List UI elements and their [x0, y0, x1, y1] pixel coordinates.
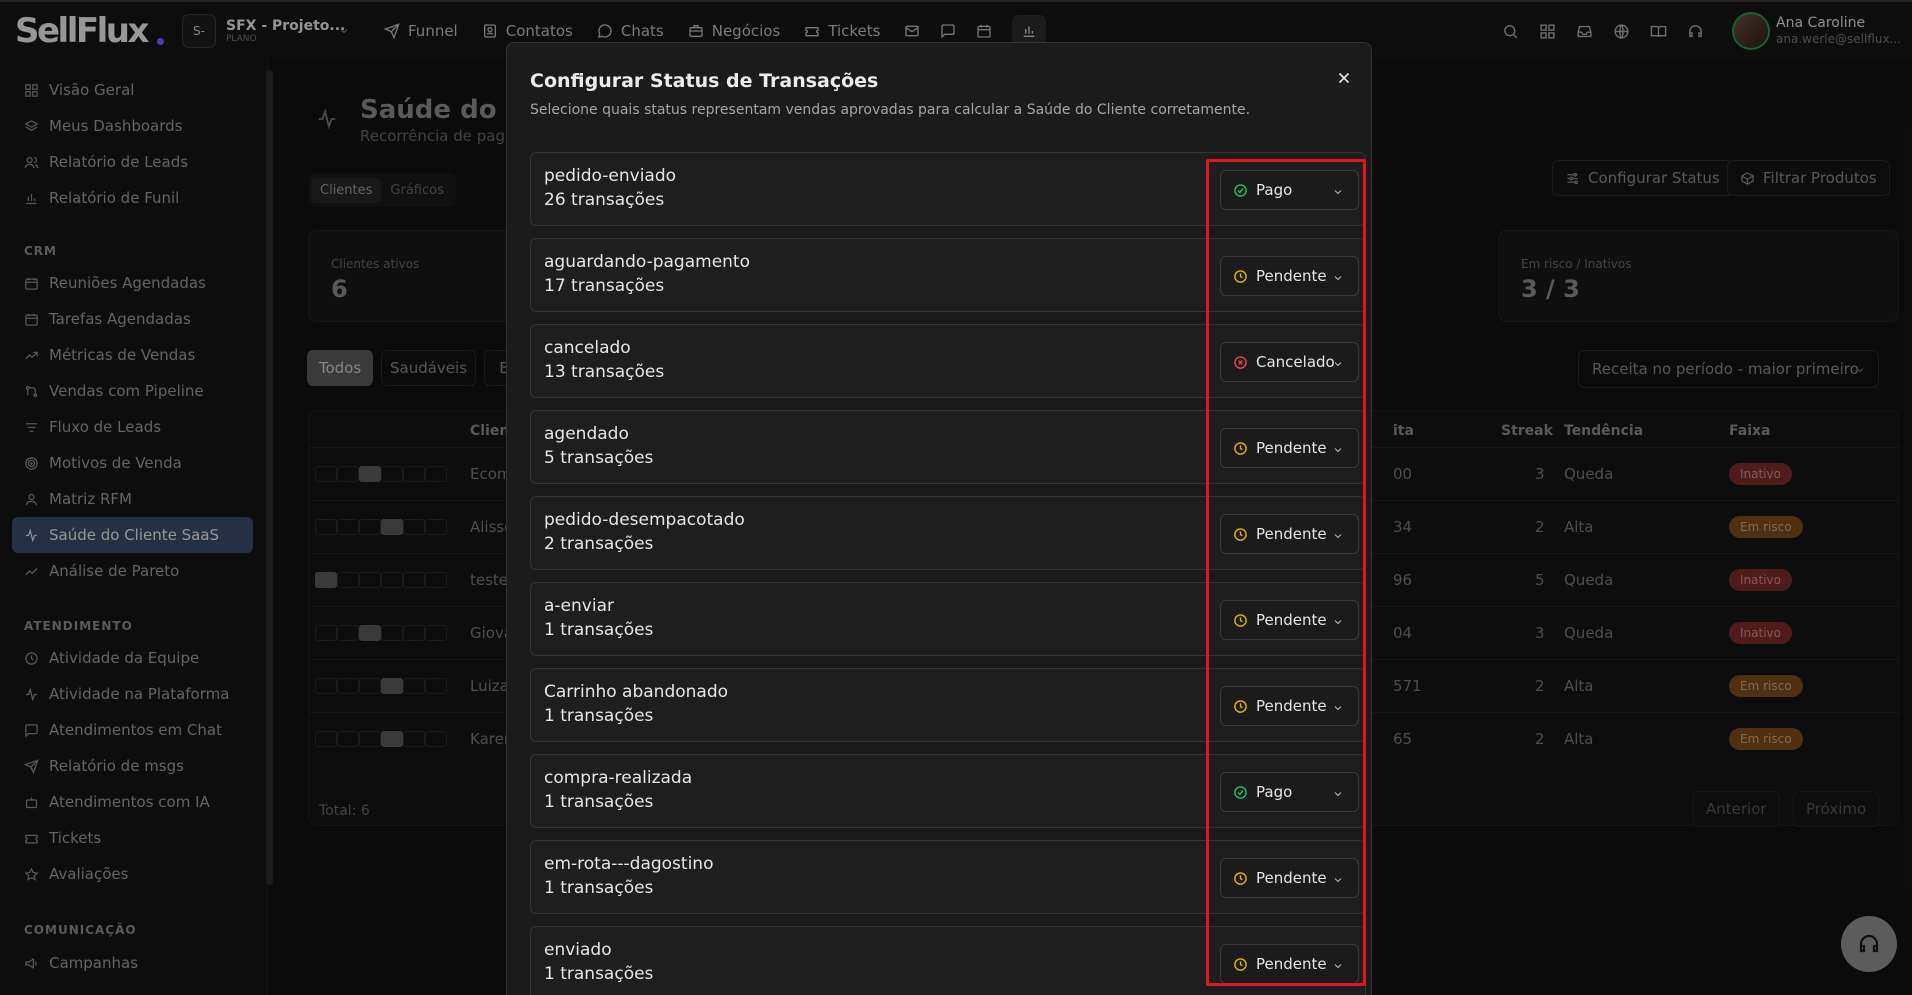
transaction-count: 5 transações: [544, 448, 654, 468]
modal-subtitle: Selecione quais status representam venda…: [530, 102, 1251, 118]
status-name: cancelado: [544, 338, 631, 358]
modal-title: Configurar Status de Transações: [530, 70, 879, 92]
transaction-count: 1 transações: [544, 706, 654, 726]
transaction-count: 1 transações: [544, 878, 654, 898]
status-name: em-rota---dagostino: [544, 854, 714, 874]
status-name: pedido-enviado: [544, 166, 677, 186]
transaction-count: 17 transações: [544, 276, 665, 296]
headset-icon: [1859, 934, 1879, 953]
status-name: agendado: [544, 424, 629, 444]
status-name: pedido-desempacotado: [544, 510, 745, 530]
support-button[interactable]: [1841, 916, 1897, 972]
status-name: compra-realizada: [544, 768, 693, 788]
status-name: enviado: [544, 940, 612, 960]
transaction-count: 26 transações: [544, 190, 665, 210]
transaction-count: 1 transações: [544, 792, 654, 812]
status-name: a-enviar: [544, 596, 614, 616]
transaction-count: 2 transações: [544, 534, 654, 554]
close-icon[interactable]: [1335, 69, 1353, 87]
status-column-highlight: [1206, 159, 1366, 986]
transaction-count: 13 transações: [544, 362, 665, 382]
status-name: aguardando-pagamento: [544, 252, 750, 272]
status-name: Carrinho abandonado: [544, 682, 729, 702]
transaction-count: 1 transações: [544, 964, 654, 984]
transaction-count: 1 transações: [544, 620, 654, 640]
